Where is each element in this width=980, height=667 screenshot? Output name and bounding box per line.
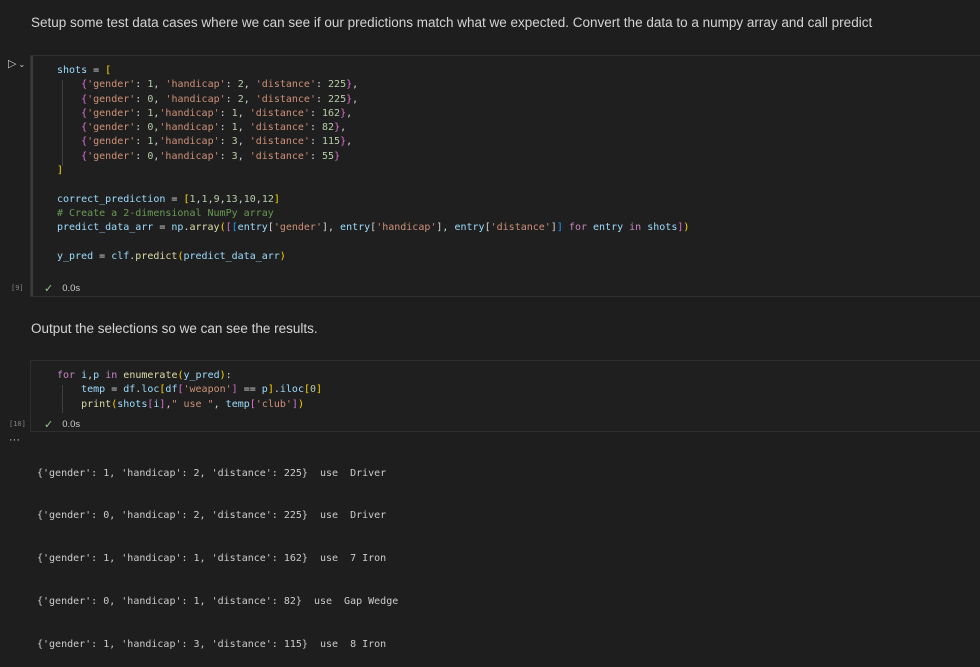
cell-output: {'gender': 1, 'handicap': 2, 'distance':… xyxy=(37,438,398,667)
markdown-text: Output the selections so we can see the … xyxy=(31,321,318,336)
check-icon: ✓ xyxy=(44,283,54,295)
cell-focus-bar xyxy=(31,56,33,296)
code-line: correct_prediction = [1,1,9,13,10,12] xyxy=(57,193,280,205)
code-line: for i,p in enumerate(y_pred): xyxy=(57,370,232,381)
markdown-cell-output[interactable]: Output the selections so we can see the … xyxy=(31,321,318,336)
code-line: {'gender': 1, 'handicap': 2, 'distance':… xyxy=(81,79,359,91)
code-line: {'gender': 1,'handicap': 3, 'distance': … xyxy=(81,136,353,148)
output-more-button[interactable]: ··· xyxy=(9,434,20,446)
output-line: {'gender': 1, 'handicap': 2, 'distance':… xyxy=(37,467,387,479)
chevron-down-icon: ⌄ xyxy=(18,60,26,69)
code-line: y_pred = clf.predict(predict_data_arr) xyxy=(57,250,286,262)
check-icon: ✓ xyxy=(44,419,54,431)
markdown-text: Setup some test data cases where we can … xyxy=(31,15,873,30)
execution-time: 0.0s xyxy=(62,419,81,430)
run-icon: ▷ xyxy=(8,58,17,70)
cell-status: ✓ 0.0s xyxy=(44,282,80,295)
output-line: {'gender': 1, 'handicap': 1, 'distance':… xyxy=(37,553,387,565)
execution-count: [10] xyxy=(9,420,26,428)
code-line: ] xyxy=(57,165,64,177)
execution-time: 0.0s xyxy=(62,283,81,294)
code-editor-2[interactable]: for i,p in enumerate(y_pred): temp = df.… xyxy=(57,369,322,412)
output-line: {'gender': 0, 'handicap': 2, 'distance':… xyxy=(37,510,387,522)
execution-count: [9] xyxy=(11,284,24,292)
markdown-cell-setup[interactable]: Setup some test data cases where we can … xyxy=(31,15,872,30)
output-line: {'gender': 0, 'handicap': 1, 'distance':… xyxy=(37,596,399,608)
code-line: {'gender': 0,'handicap': 3, 'distance': … xyxy=(81,150,341,162)
code-line: {'gender': 1,'handicap': 1, 'distance': … xyxy=(81,107,353,119)
code-line: shots = [ xyxy=(57,65,112,76)
code-line: print(shots[i]," use ", temp['club']) xyxy=(81,398,304,410)
output-line: {'gender': 1, 'handicap': 3, 'distance':… xyxy=(37,639,387,651)
code-line: {'gender': 0, 'handicap': 2, 'distance':… xyxy=(81,93,359,105)
run-cell-button[interactable]: ▷ ⌄ xyxy=(8,57,25,70)
code-line: {'gender': 0,'handicap': 1, 'distance': … xyxy=(81,122,347,134)
code-line: predict_data_arr = np.array([[entry['gen… xyxy=(57,222,690,234)
code-editor-1[interactable]: shots = [ {'gender': 1, 'handicap': 2, '… xyxy=(57,64,689,264)
code-line: temp = df.loc[df['weapon'] == p].iloc[0] xyxy=(81,384,323,396)
cell-status: ✓ 0.0s xyxy=(44,418,80,431)
code-line: # Create a 2-dimensional NumPy array xyxy=(57,207,274,219)
